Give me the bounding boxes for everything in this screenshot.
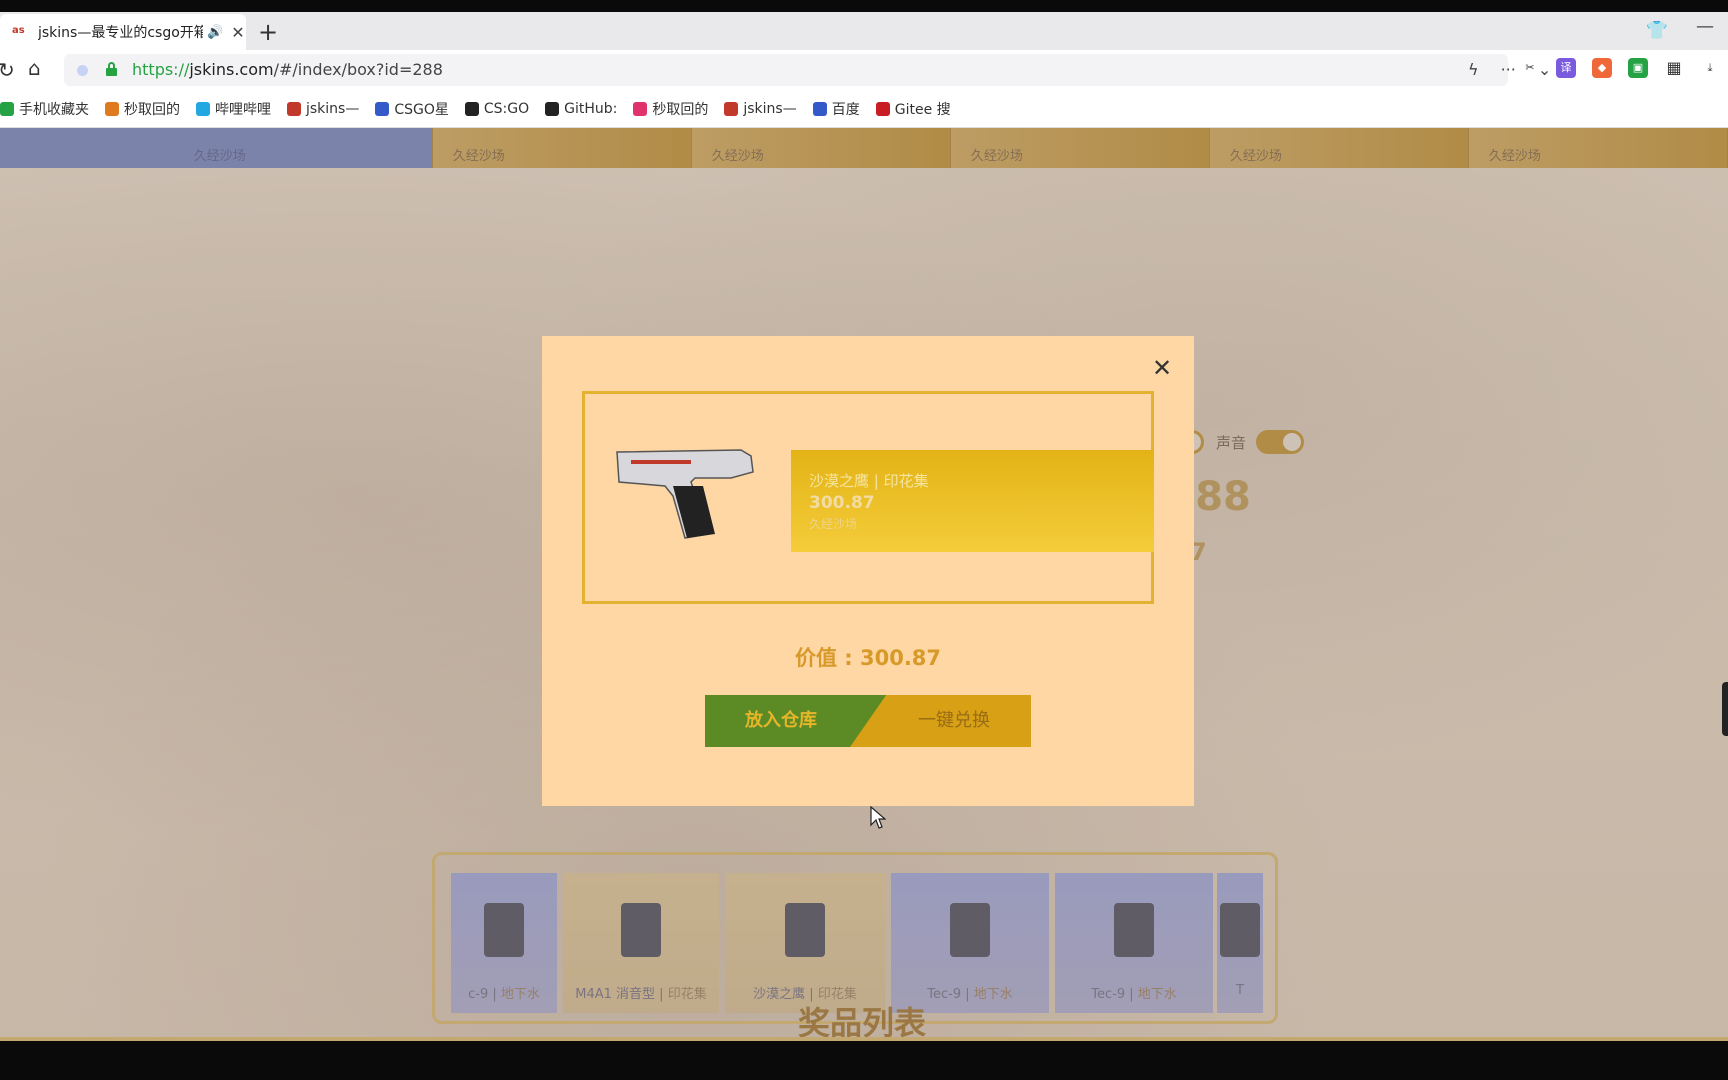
letterbox-bottom [0, 1041, 1728, 1080]
item-price: 300.87 [809, 493, 875, 513]
home-icon[interactable]: ⌂ [28, 56, 41, 80]
bookmark-item[interactable]: 哔哩哔哩 [196, 99, 271, 119]
new-tab-button[interactable]: + [258, 18, 278, 46]
bookmark-item[interactable]: Gitee 搜 [875, 99, 951, 119]
item-name: 沙漠之鹰 | 印花集 [809, 472, 929, 490]
lightning-icon[interactable]: ϟ [1468, 60, 1479, 79]
translate-icon[interactable]: 译 [1556, 58, 1576, 78]
minimize-button[interactable]: — [1696, 16, 1714, 37]
lock-icon[interactable] [106, 62, 117, 76]
letterbox-top [0, 0, 1728, 12]
bookmark-item[interactable]: 百度 [812, 99, 860, 119]
item-wear: 久经沙场 [809, 517, 858, 531]
bookmark-item[interactable]: 秒取回的 [633, 99, 708, 119]
bookmark-item[interactable]: jskins— [287, 101, 359, 117]
github-icon [545, 101, 560, 116]
bookmark-label: 手机收藏夹 [19, 101, 89, 118]
game-icon[interactable]: ◆ [1592, 58, 1612, 78]
bookmark-item[interactable]: jskins— [724, 100, 797, 117]
browser-tab[interactable]: as jskins—最专业的csgo开箱 🔊 ✕ [0, 14, 246, 50]
jskins-favicon-icon: as [12, 25, 25, 36]
bookmark-item[interactable]: CS:GO [464, 100, 530, 117]
browser-tabstrip: as jskins—最专业的csgo开箱 🔊 ✕ + 👕 — [0, 12, 1728, 50]
bookmark-label: jskins— [743, 100, 797, 117]
result-modal: ✕ 沙漠之鹰 | 印花集 300.87 久经沙场 价值 : 300.87 放入仓… [542, 336, 1194, 806]
bookmark-label: CS:GO [483, 100, 530, 117]
reload-icon[interactable]: ↻ [0, 58, 15, 82]
paw-icon [812, 101, 827, 116]
browser-navbar: ↻ ⌂ https://jskins.com/#/index/box?id=28… [0, 50, 1728, 90]
reader-icon[interactable]: ▣ [1628, 58, 1648, 78]
skin-icon[interactable]: 👕 [1646, 20, 1668, 41]
address-bar[interactable]: https://jskins.com/#/index/box?id=288 ϟ … [64, 54, 1551, 86]
gitee-icon [875, 101, 890, 116]
bookmark-label: GitHub: [564, 100, 618, 117]
jskins-icon [724, 101, 739, 116]
value-amount: 300.87 [859, 646, 942, 670]
bookmarks-bar: 手机收藏夹 秒取回的 哔哩哔哩 jskins— CSGO星 CS:GO GitHub: 秒取回… [0, 90, 1728, 128]
screen: as jskins—最专业的csgo开箱 🔊 ✕ + 👕 — ↻ ⌂ https… [0, 0, 1728, 1080]
value-label: 价值 : [794, 646, 860, 670]
close-icon[interactable]: ✕ [1152, 354, 1172, 382]
mouse-cursor-icon [870, 806, 886, 829]
bookmark-label: 百度 [831, 101, 860, 118]
item-card: 沙漠之鹰 | 印花集 300.87 久经沙场 [582, 391, 1154, 604]
bookmark-label: 秒取回的 [652, 101, 709, 118]
toolbar-extensions: ✂ 译 ◆ ▣ ▦ ⤓ [1520, 58, 1720, 78]
bookmark-item[interactable]: GitHub: [545, 101, 617, 117]
bookmark-label: 哔哩哔哩 [215, 101, 271, 118]
87-icon [633, 101, 648, 116]
value-line: 价值 : 300.87 [542, 642, 1194, 672]
bookmark-label: Gitee 搜 [894, 101, 951, 118]
download-icon[interactable]: ⤓ [1700, 58, 1720, 78]
tab-title: jskins—最专业的csgo开箱 [38, 25, 203, 41]
speaker-icon[interactable]: 🔊 [207, 25, 223, 40]
bookmark-item[interactable]: 手机收藏夹 [0, 99, 89, 119]
site-info-icon[interactable] [77, 65, 88, 76]
scissors-icon[interactable]: ✂ [1520, 58, 1540, 78]
jskins-icon [287, 101, 301, 116]
more-icon[interactable]: ··· [1501, 60, 1516, 79]
bookmark-label: CSGO星 [394, 101, 449, 118]
apps-grid-icon[interactable]: ▦ [1664, 58, 1684, 78]
87-icon [105, 101, 119, 116]
bookmark-label: 秒取回的 [124, 101, 180, 118]
bilibili-icon [196, 101, 210, 116]
item-info-panel: 沙漠之鹰 | 印花集 300.87 久经沙场 [791, 450, 1154, 552]
phone-icon [0, 101, 14, 116]
side-panel-tab[interactable] [1722, 682, 1728, 736]
tab-close-icon[interactable]: ✕ [231, 23, 244, 42]
bookmark-item[interactable]: CSGO星 [375, 99, 449, 119]
bookmark-item[interactable]: 秒取回的 [105, 99, 180, 119]
b-icon [464, 101, 479, 116]
url-text[interactable]: https://jskins.com/#/index/box?id=288 [132, 60, 443, 79]
bookmark-label: jskins— [306, 100, 360, 117]
desert-eagle-image [616, 449, 754, 539]
paw-icon [375, 101, 390, 116]
